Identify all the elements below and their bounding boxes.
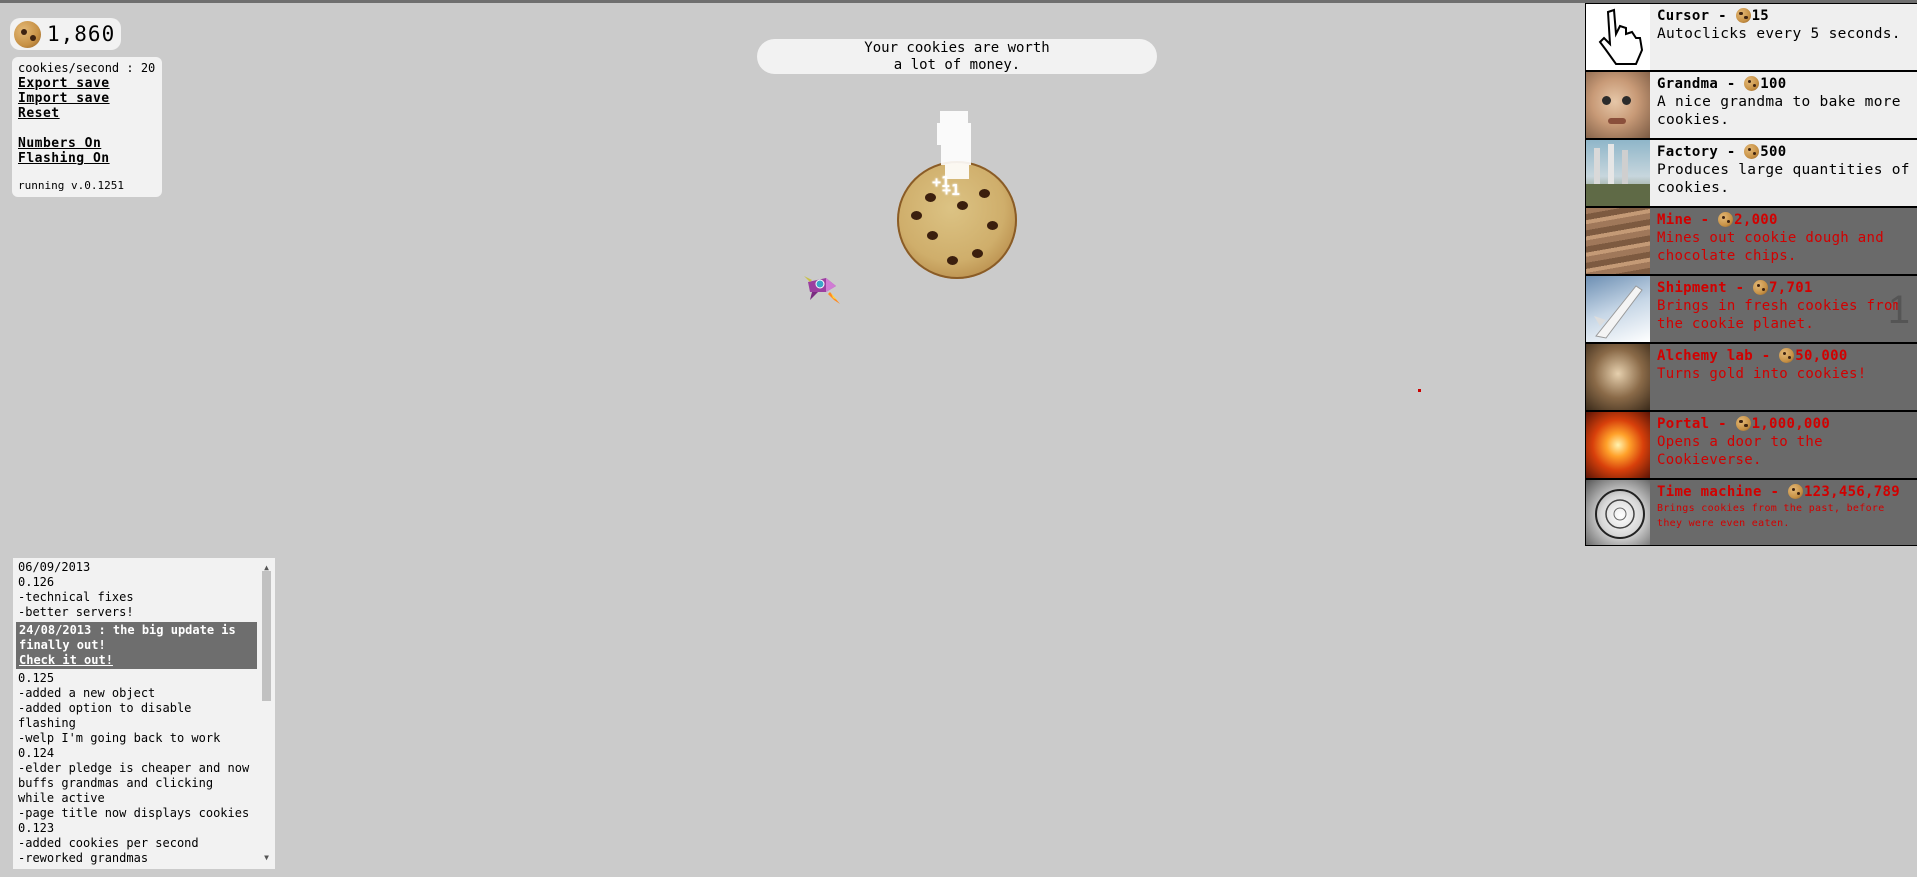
item-name: Cursor (1657, 8, 1710, 24)
stats-panel: cookies/second : 20 Export save Import s… (12, 57, 162, 197)
store-item-grandma[interactable]: Grandma - 100 A nice grandma to bake mor… (1586, 72, 1917, 138)
numbers-toggle[interactable]: Numbers On (18, 136, 156, 151)
owned-count: 1 (1887, 288, 1910, 332)
import-save-link[interactable]: Import save (18, 91, 156, 106)
update-line: -added a new object (18, 686, 156, 700)
store-item-shipment[interactable]: Shipment - 7,701 Brings in fresh cookies… (1586, 276, 1917, 342)
cookie-icon (1735, 7, 1751, 23)
store-item-time-machine[interactable]: Time machine - 123,456,789 Brings cookie… (1586, 480, 1917, 545)
update-line: 0.123 (18, 821, 55, 835)
chocolate-chip (927, 231, 938, 240)
item-description: Brings cookies from the past, before the… (1657, 503, 1885, 529)
rocket-icon[interactable] (800, 266, 842, 308)
item-name: Portal (1657, 416, 1710, 432)
update-line: -page title now displays cookies (18, 806, 250, 820)
cursor-icon (1586, 4, 1650, 70)
update-log[interactable]: 06/09/2013 0.126 -technical fixes -bette… (13, 558, 275, 869)
red-dot (1418, 389, 1421, 392)
chocolate-chip (972, 249, 983, 258)
cookie-icon (1735, 415, 1751, 431)
cookie-counter: 1,860 (10, 18, 122, 50)
item-description: Mines out cookie dough and chocolate chi… (1657, 230, 1884, 264)
cookie-count: 1,860 (47, 22, 116, 46)
news-line-1: Your cookies are worth (864, 40, 1050, 56)
grandma-icon (1586, 72, 1650, 138)
float-number: +1 (942, 181, 961, 199)
item-name: Alchemy lab (1657, 348, 1754, 364)
store-item-factory[interactable]: Factory - 500 Produces large quantities … (1586, 140, 1917, 206)
store-item-alchemy-lab[interactable]: Alchemy lab - 50,000 Turns gold into coo… (1586, 344, 1917, 410)
update-line: 0.124 (18, 746, 55, 760)
item-price: 7,701 (1769, 280, 1813, 296)
time-machine-icon (1586, 480, 1650, 545)
item-price: 1,000,000 (1751, 416, 1831, 432)
store-item-portal[interactable]: Portal - 1,000,000 Opens a door to the C… (1586, 412, 1917, 478)
chocolate-chip (947, 256, 958, 265)
cookie-icon (1779, 347, 1795, 363)
store-item-cursor[interactable]: Cursor - 15 Autoclicks every 5 seconds. (1586, 4, 1917, 70)
sparkle (937, 123, 971, 145)
store-item-mine[interactable]: Mine - 2,000 Mines out cookie dough and … (1586, 208, 1917, 274)
update-line: -technical fixes (18, 590, 134, 604)
alchemy-lab-icon (1586, 344, 1650, 410)
update-line: 0.125 (18, 671, 55, 685)
news-line-2: a lot of money. (893, 57, 1021, 73)
item-price: 123,456,789 (1803, 484, 1900, 500)
item-description: Brings in fresh cookies from the cookie … (1657, 298, 1902, 332)
announcement-text: 24/08/2013 : the big update is finally o… (19, 623, 236, 652)
update-log-scrollbar[interactable]: ▲ ▼ (261, 560, 272, 865)
news-ticker: Your cookies are worth a lot of money. (757, 39, 1157, 74)
factory-icon (1586, 140, 1650, 206)
chocolate-chip (911, 211, 922, 220)
update-line: -reworked grandmas (18, 851, 149, 865)
cookie-icon (1753, 279, 1769, 295)
cookies-per-second: cookies/second : 20 (18, 61, 156, 75)
item-name: Grandma (1657, 76, 1719, 92)
version-label: running v.0.1251 (18, 179, 124, 192)
reset-link[interactable]: Reset (18, 106, 156, 121)
store-panel: Cursor - 15 Autoclicks every 5 seconds. … (1585, 3, 1917, 546)
chocolate-chip (979, 189, 990, 198)
check-it-out-link[interactable]: Check it out! (19, 653, 113, 667)
item-price: 2,000 (1734, 212, 1778, 228)
cookie-icon (1744, 75, 1760, 91)
item-name: Time machine (1657, 484, 1762, 500)
chocolate-chip (987, 221, 998, 230)
item-description: Produces large quantities of cookies. (1657, 162, 1910, 196)
portal-icon (1586, 412, 1650, 478)
flashing-toggle[interactable]: Flashing On (18, 151, 156, 166)
shipment-icon (1586, 276, 1650, 342)
click-particles: +1 +1 (932, 111, 975, 206)
scroll-thumb[interactable] (262, 571, 271, 701)
item-price: 15 (1751, 8, 1770, 24)
item-price: 100 (1760, 76, 1787, 92)
item-description: Opens a door to the Cookieverse. (1657, 434, 1823, 468)
mine-icon (1586, 208, 1650, 274)
update-line: -added option to disable flashing (18, 701, 192, 730)
item-description: Turns gold into cookies! (1657, 366, 1867, 382)
update-line: -welp I'm going back to work (18, 731, 221, 745)
item-description: Autoclicks every 5 seconds. (1657, 26, 1901, 42)
item-name: Mine (1657, 212, 1692, 228)
item-price: 500 (1760, 144, 1787, 160)
update-line: -added cookies per second (18, 836, 199, 850)
cookie-icon (14, 20, 41, 48)
cookie-icon (1744, 143, 1760, 159)
update-line: -elder pledge is cheaper and now buffs g… (18, 761, 250, 805)
export-save-link[interactable]: Export save (18, 76, 156, 91)
update-line: 0.126 (18, 575, 55, 589)
item-description: A nice grandma to bake more cookies. (1657, 94, 1901, 128)
update-announcement: 24/08/2013 : the big update is finally o… (16, 622, 257, 669)
update-line: -better servers! (18, 605, 134, 619)
update-line: 06/09/2013 (18, 560, 91, 574)
item-name: Shipment (1657, 280, 1727, 296)
item-price: 50,000 (1795, 348, 1848, 364)
cookie-icon (1718, 211, 1734, 227)
scroll-down-icon[interactable]: ▼ (261, 850, 272, 865)
cookie-icon (1787, 483, 1803, 499)
sparkle (940, 111, 968, 123)
item-name: Factory (1657, 144, 1719, 160)
sparkle (941, 145, 971, 165)
